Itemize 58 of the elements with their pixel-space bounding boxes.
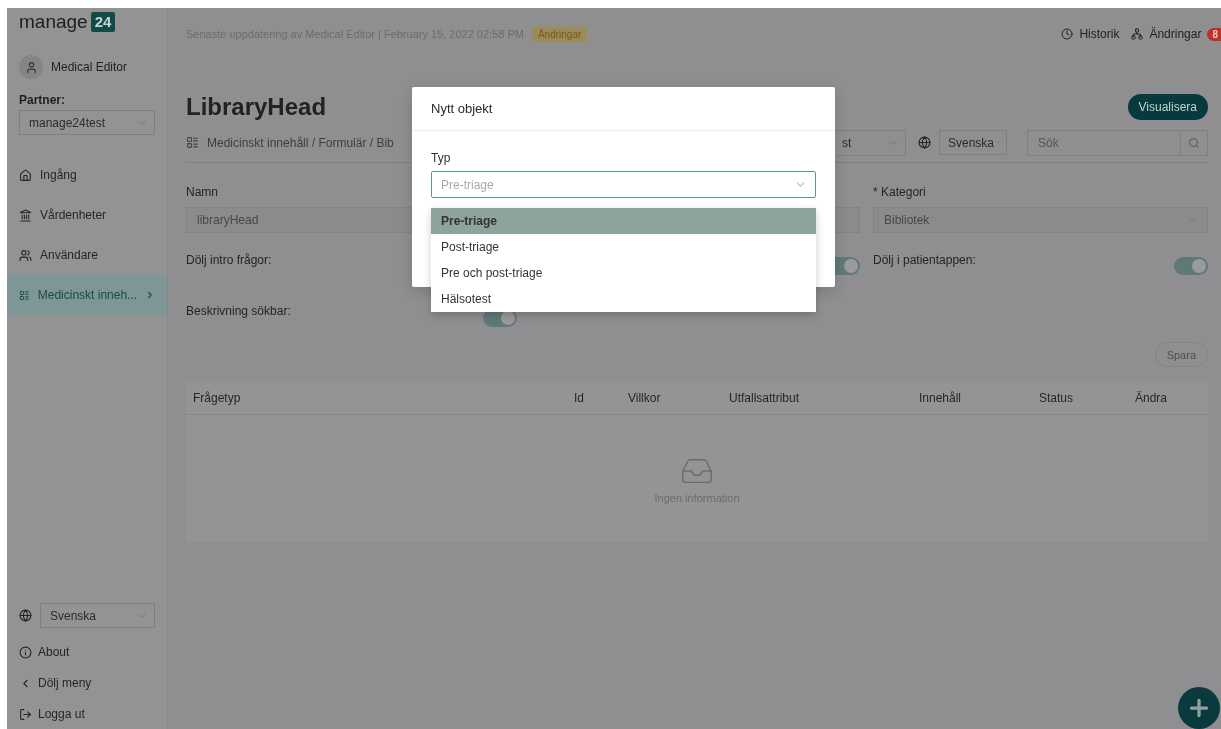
nav-item[interactable]: Medicinskt inneh... — [7, 275, 167, 315]
changes-link[interactable]: Ändringar — [1149, 27, 1202, 41]
language-select[interactable]: Svenska — [939, 130, 1007, 155]
logo: manage 24 — [7, 10, 167, 32]
user-name: Medical Editor — [51, 60, 128, 74]
search-field[interactable]: Sök — [1027, 129, 1181, 156]
add-button[interactable] — [1178, 687, 1220, 729]
column-header: Status — [1039, 390, 1075, 405]
globe-icon — [918, 136, 931, 149]
page-title: LibraryHead — [186, 93, 327, 121]
changes-tag: Ändringar — [531, 26, 588, 42]
column-header: Frågetyp — [193, 390, 242, 405]
chevron-right-icon — [145, 289, 155, 301]
search-icon — [1188, 136, 1200, 149]
partner-select[interactable]: manage24test — [19, 110, 155, 135]
list-icon — [19, 288, 30, 302]
save-button[interactable]: Spara — [1154, 342, 1208, 367]
dropdown-option[interactable]: Pre och post-triage — [431, 260, 816, 286]
clock-icon — [1061, 28, 1074, 40]
toggle-label: Dölj intro frågor: — [186, 253, 272, 267]
dropdown-option[interactable]: Post-triage — [431, 234, 816, 260]
visualize-button[interactable]: Visualisera — [1127, 94, 1208, 120]
changes-count: 8 — [1207, 27, 1221, 41]
nav-item[interactable]: Användare — [7, 235, 167, 275]
column-header: Ändra — [1135, 390, 1169, 405]
sidebar-link[interactable]: Dölj meny — [19, 675, 155, 691]
type-label: Typ — [431, 151, 452, 165]
name-label: Namn — [186, 185, 218, 199]
dropdown-option[interactable]: Pre-triage — [431, 208, 816, 234]
info-icon — [19, 645, 32, 659]
home-icon — [19, 168, 32, 182]
list-icon — [186, 136, 199, 149]
nav-item[interactable]: Vårdenheter — [7, 195, 167, 235]
partner-select[interactable]: st — [836, 129, 906, 156]
language-select[interactable]: Svenska — [40, 603, 155, 628]
bank-icon — [19, 208, 32, 222]
partner-label: Partner: — [19, 93, 66, 107]
toggle-label: Dölj i patientappen: — [873, 253, 976, 267]
dropdown-option[interactable]: Hälsotest — [431, 286, 816, 312]
users-icon — [19, 248, 32, 262]
nav-item[interactable]: Ingång — [7, 155, 167, 195]
logout-icon — [19, 707, 32, 721]
column-header: Utfallsattribut — [729, 390, 801, 405]
hierarchy-icon — [1131, 28, 1144, 40]
column-header: Villkor — [628, 390, 662, 405]
column-header: Innehåll — [919, 390, 963, 405]
category-select[interactable]: Bibliotek — [873, 207, 1208, 233]
category-label: * Kategori — [873, 185, 926, 199]
history-link[interactable]: Historik — [1079, 27, 1120, 41]
modal-title: Nytt objekt — [431, 101, 493, 116]
toggle-switch[interactable] — [1174, 257, 1208, 275]
toggle-label: Beskrivning sökbar: — [186, 304, 292, 318]
globe-icon — [19, 609, 32, 622]
breadcrumb[interactable]: Medicinskt innehåll / Formulär / Bib — [207, 135, 394, 150]
avatar-icon — [19, 55, 43, 79]
column-header: Id — [574, 390, 585, 405]
sidebar-link[interactable]: Logga ut — [19, 706, 155, 722]
sidebar-link[interactable]: About — [19, 644, 155, 660]
